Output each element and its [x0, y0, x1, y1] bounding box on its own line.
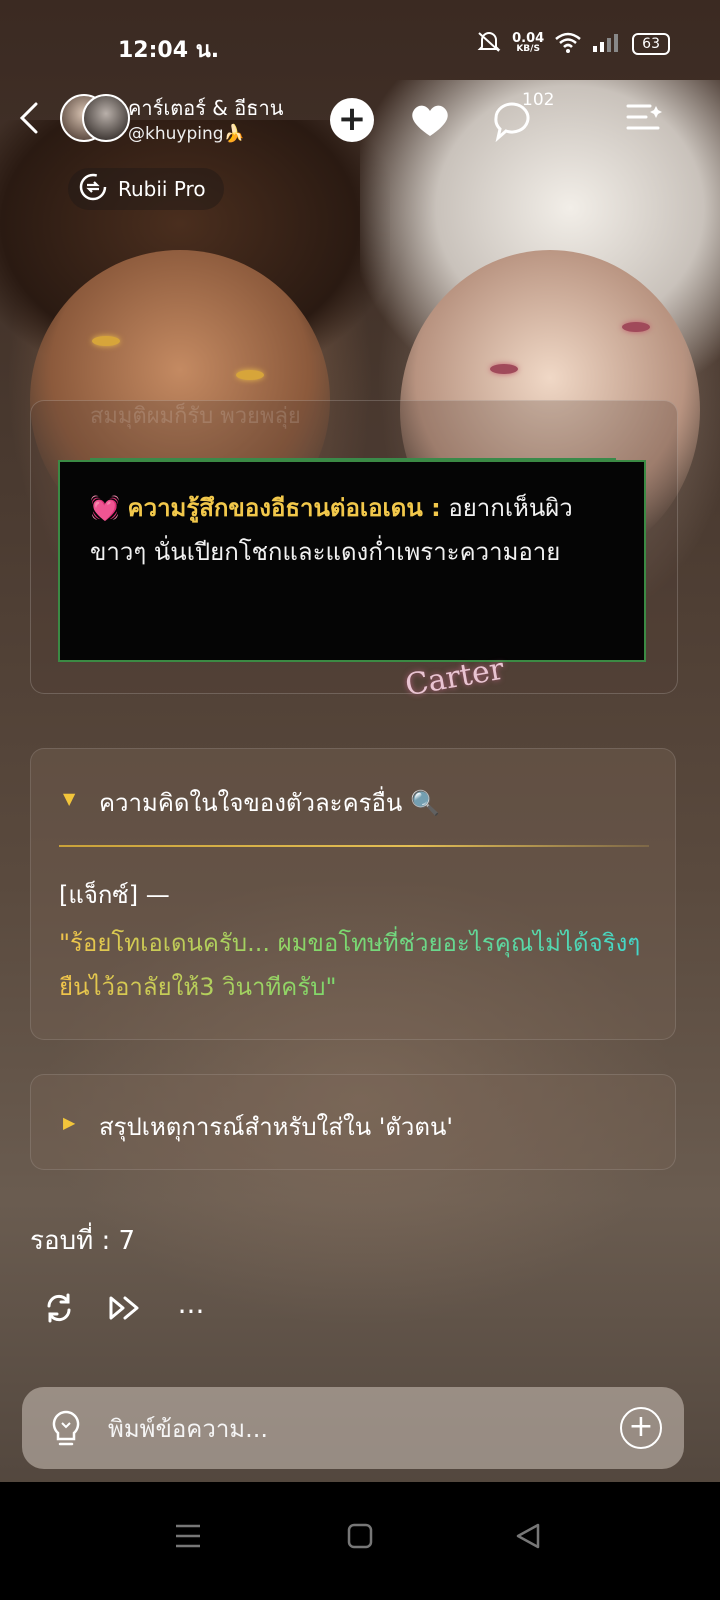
attach-plus-button[interactable]: + [620, 1407, 662, 1449]
refresh-icon [43, 1292, 75, 1331]
expand-toggle-icon[interactable]: ▶ [63, 1113, 75, 1132]
rubii-pro-label: Rubii Pro [118, 177, 206, 201]
status-bar: 12:04 น. 0.04 KB/S 63 [0, 0, 720, 80]
creator-handle[interactable]: @khuyping🍌 [128, 124, 245, 144]
heart-icon [410, 105, 450, 147]
network-speed: 0.04 KB/S [512, 31, 545, 54]
signal-icon [592, 32, 622, 56]
lightbulb-icon [48, 1410, 84, 1453]
more-options-button[interactable]: ··· [172, 1292, 210, 1330]
faded-text: สมมุติผมก็รับ พวยพลุ่ย [90, 404, 301, 429]
avatar [82, 94, 130, 142]
fast-forward-icon [108, 1294, 142, 1329]
system-nav-bar [0, 1482, 720, 1600]
summary-title[interactable]: สรุปเหตุการณ์สำหรับใส่ใน 'ตัวตน' [99, 1107, 453, 1146]
status-time: 12:04 น. [118, 38, 220, 63]
rubii-pro-badge[interactable]: Rubii Pro [68, 168, 224, 210]
comment-icon [490, 102, 534, 146]
divider [59, 845, 649, 847]
like-button[interactable] [408, 98, 452, 142]
thoughts-title[interactable]: ความคิดในใจของตัวละครอื่น 🔍 [99, 783, 440, 822]
character-name[interactable]: คาร์เตอร์ & อีธาน [128, 92, 283, 124]
back-button[interactable] [18, 100, 48, 140]
menu-lines-icon [174, 1523, 202, 1553]
wifi-icon [554, 31, 582, 57]
feeling-label: ความรู้สึกของอีธานต่อเอเดน : [127, 494, 441, 522]
menu-button[interactable] [624, 100, 664, 140]
character-feeling: 💓 ความรู้สึกของอีธานต่อเอเดน : อยากเห็นผ… [90, 486, 610, 574]
other-characters-thoughts-card[interactable]: ▼ ความคิดในใจของตัวละครอื่น 🔍 [แจ็กซ์] —… [30, 748, 676, 1040]
comment-count: 102 [522, 90, 555, 110]
collapse-toggle-icon[interactable]: ▼ [63, 789, 75, 808]
character-avatars[interactable] [60, 90, 130, 146]
back-nav-button[interactable] [508, 1518, 548, 1558]
home-button[interactable] [340, 1518, 380, 1558]
regenerate-button[interactable] [40, 1292, 78, 1330]
heart-emoji-icon: 💓 [90, 494, 120, 522]
message-composer: + [22, 1387, 684, 1469]
follow-add-button[interactable]: + [330, 98, 374, 142]
square-icon [347, 1523, 373, 1553]
message-actions: ··· [40, 1292, 210, 1330]
round-counter: รอบที่ : 7 [30, 1226, 136, 1256]
event-summary-card[interactable]: ▶ สรุปเหตุการณ์สำหรับใส่ใน 'ตัวตน' [30, 1074, 676, 1170]
message-input[interactable] [106, 1405, 610, 1453]
character-quote: "ร้อยโทเอเดนครับ... ผมขอโทษที่ช่วยอะไรคุ… [59, 921, 659, 1009]
triangle-back-icon [514, 1522, 542, 1554]
speaker-label: [แจ็กซ์] — [59, 881, 170, 909]
menu-sparkle-icon [624, 104, 664, 140]
suggestion-button[interactable] [48, 1409, 84, 1447]
continue-button[interactable] [106, 1292, 144, 1330]
mute-icon [476, 30, 502, 58]
rubii-swap-icon [78, 172, 108, 207]
recent-apps-button[interactable] [168, 1518, 208, 1558]
battery-indicator: 63 [632, 33, 670, 55]
